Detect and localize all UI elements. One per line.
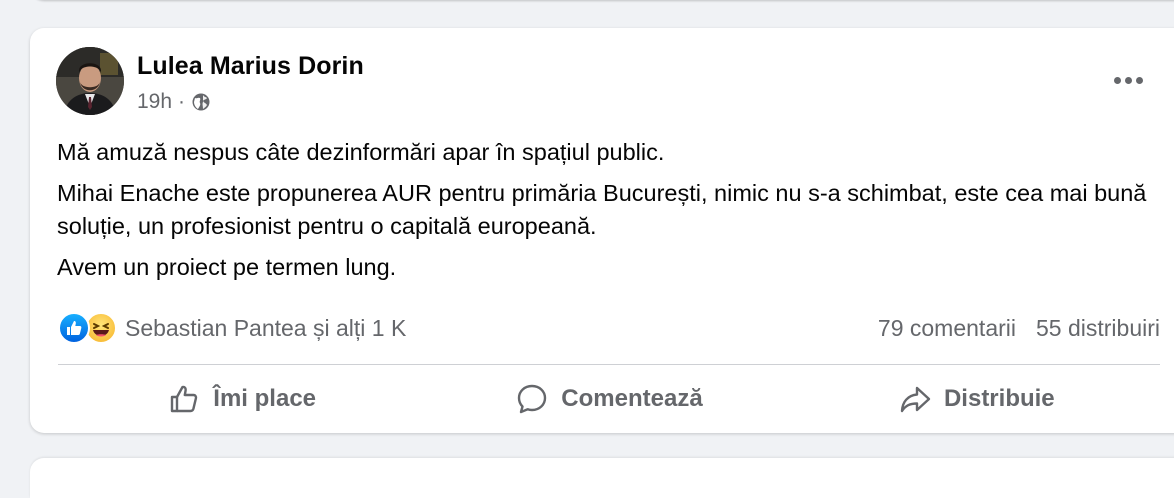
like-reaction-icon: [58, 312, 90, 344]
comment-button[interactable]: Comentează: [425, 373, 792, 425]
globe-icon[interactable]: [191, 92, 211, 112]
post-stats: Sebastian Pantea și alți 1 K 79 comentar…: [58, 310, 1160, 346]
comment-label: Comentează: [561, 385, 703, 412]
share-label: Distribuie: [943, 385, 1055, 412]
post-paragraph: Mihai Enache este propunerea AUR pentru …: [57, 180, 1147, 239]
share-button[interactable]: Distribuie: [793, 373, 1160, 425]
author-name[interactable]: Lulea Marius Dorin: [137, 52, 364, 81]
reaction-icons[interactable]: [58, 312, 117, 344]
post-paragraph: Mă amuză nespus câte dezinformări apar î…: [57, 139, 665, 165]
post-body: Mă amuză nespus câte dezinformări apar î…: [57, 136, 1167, 292]
actions-divider: [58, 364, 1160, 365]
share-icon: [900, 386, 931, 413]
comment-icon: [518, 384, 547, 414]
next-post-card: [30, 458, 1174, 498]
thumbs-up-icon: [171, 385, 198, 413]
post-meta: 19h ·: [137, 90, 211, 114]
meta-separator: ·: [178, 90, 186, 113]
post-actions: Îmi place Comentează Distribuie: [58, 373, 1160, 425]
reactions-summary[interactable]: Sebastian Pantea și alți 1 K: [125, 315, 406, 342]
like-label: Îmi place: [213, 385, 317, 412]
post-time[interactable]: 19h: [137, 90, 172, 114]
like-button[interactable]: Îmi place: [58, 373, 425, 425]
shares-count[interactable]: 55 distribuiri: [1036, 315, 1160, 342]
more-options-icon[interactable]: [1106, 68, 1150, 92]
engagement-counts: 79 comentarii 55 distribuiri: [878, 315, 1160, 342]
comments-count[interactable]: 79 comentarii: [878, 315, 1016, 342]
post-card: Lulea Marius Dorin 19h · Mă amuză nespus…: [30, 28, 1174, 433]
post-paragraph: Avem un proiect pe termen lung.: [57, 254, 397, 280]
author-avatar[interactable]: [56, 47, 124, 115]
